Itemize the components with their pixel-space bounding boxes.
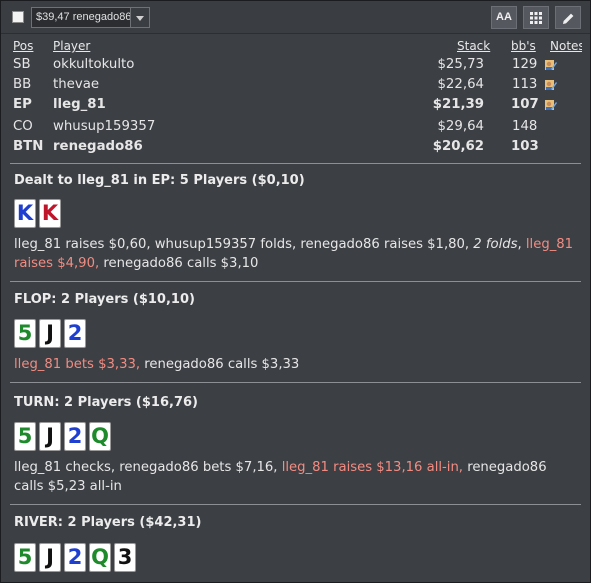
turn-title: TURN: 2 Players ($16,76) xyxy=(14,395,198,410)
preflop-title: Dealt to lleg_81 in EP: 5 Players ($0,10… xyxy=(14,173,305,188)
player-bbs: 107 xyxy=(511,97,539,112)
font-size-label: AA xyxy=(496,11,512,23)
preflop-actions: lleg_81 raises $0,60, whusup159357 folds… xyxy=(14,235,574,273)
action-text: lleg_81 raises $0,60, whusup159357 folds… xyxy=(14,237,474,252)
playing-card: 2 xyxy=(64,543,86,572)
grid-button[interactable] xyxy=(523,6,549,29)
header-bbs[interactable]: bb's xyxy=(511,39,536,53)
turn-actions: lleg_81 checks, renegado86 bets $7,16, l… xyxy=(14,458,574,496)
font-size-button[interactable]: AA xyxy=(491,6,517,29)
flop-title: FLOP: 2 Players ($10,10) xyxy=(14,292,195,307)
header-player[interactable]: Player xyxy=(53,39,90,53)
playing-card: 2 xyxy=(64,319,86,348)
header-notes[interactable]: Notes xyxy=(550,39,585,53)
action-text: renegado86 calls $3,33 xyxy=(140,357,300,372)
playing-card: J xyxy=(39,543,61,572)
select-checkbox[interactable] xyxy=(12,11,24,23)
hand-selector-dropdown[interactable]: $39,47 renegado86 xyxy=(31,7,150,28)
player-name: thevae xyxy=(53,77,100,92)
note-icon[interactable] xyxy=(544,58,558,72)
player-name: lleg_81 xyxy=(53,97,106,112)
player-stack: $29,64 xyxy=(437,119,484,134)
playing-card: K xyxy=(39,199,61,228)
board-cards: 5J2 xyxy=(14,319,89,348)
playing-card: J xyxy=(39,422,61,451)
player-stack: $20,62 xyxy=(432,139,484,154)
divider xyxy=(10,382,581,383)
player-stack: $21,39 xyxy=(432,97,484,112)
flop-actions: lleg_81 bets $3,33, renegado86 calls $3,… xyxy=(14,355,574,374)
toolbar: $39,47 renegado86 AA xyxy=(1,1,590,34)
hero-action: lleg_81 bets $3,33, xyxy=(14,357,141,372)
playing-card: 5 xyxy=(14,422,36,451)
hole-cards: KK xyxy=(14,199,64,228)
board-cards: 5J2Q xyxy=(14,422,114,451)
player-pos: BB xyxy=(13,77,32,92)
action-text-italic: 2 folds xyxy=(473,237,518,252)
playing-card: 3 xyxy=(114,543,136,572)
note-icon[interactable] xyxy=(544,98,558,112)
header-stack[interactable]: Stack xyxy=(457,39,490,53)
playing-card: 2 xyxy=(64,422,86,451)
player-name: renegado86 xyxy=(53,139,143,154)
player-bbs: 103 xyxy=(511,139,539,154)
player-bbs: 113 xyxy=(512,77,538,92)
player-pos: BTN xyxy=(13,139,44,154)
edit-button[interactable] xyxy=(555,6,581,29)
playing-card: K xyxy=(14,199,36,228)
board-cards: 5J2Q3 xyxy=(14,543,139,572)
player-row: BB thevae $22,64 113 xyxy=(1,75,590,95)
player-row: BTN renegado86 $20,62 103 xyxy=(1,137,590,157)
playing-card: Q xyxy=(89,543,111,572)
player-name: okkultokulto xyxy=(53,57,135,72)
player-pos: SB xyxy=(13,57,31,72)
grid-icon xyxy=(530,12,542,24)
divider xyxy=(10,281,581,282)
header-pos[interactable]: Pos xyxy=(13,39,33,53)
hero-action: lleg_81 raises $13,16 all-in, xyxy=(281,460,463,475)
player-name: whusup159357 xyxy=(53,119,156,134)
player-pos: EP xyxy=(13,97,32,112)
playing-card: J xyxy=(39,319,61,348)
playing-card: 5 xyxy=(14,319,36,348)
action-text: lleg_81 checks, renegado86 bets $7,16, xyxy=(14,460,282,475)
action-text: renegado86 calls $3,10 xyxy=(99,256,259,271)
player-stack: $22,64 xyxy=(437,77,484,92)
player-row: EP lleg_81 $21,39 107 xyxy=(1,95,590,115)
action-text: , xyxy=(517,237,526,252)
player-row: CO whusup159357 $29,64 148 xyxy=(1,117,590,137)
divider xyxy=(10,504,581,505)
river-title: RIVER: 2 Players ($42,31) xyxy=(14,515,202,530)
player-bbs: 129 xyxy=(512,57,538,72)
player-stack: $25,73 xyxy=(437,57,484,72)
scrollbar[interactable] xyxy=(582,34,590,582)
playing-card: 5 xyxy=(14,543,36,572)
player-bbs: 148 xyxy=(512,119,538,134)
pencil-icon xyxy=(562,13,573,24)
hand-history-window: $39,47 renegado86 AA Pos Player Stack bb… xyxy=(0,0,591,583)
player-row: SB okkultokulto $25,73 129 xyxy=(1,55,590,75)
playing-card: Q xyxy=(89,422,111,451)
note-icon[interactable] xyxy=(544,78,558,92)
player-pos: CO xyxy=(13,119,33,134)
chevron-down-icon[interactable] xyxy=(130,8,149,27)
divider xyxy=(10,163,581,164)
hand-selector-value: $39,47 renegado86 xyxy=(36,11,132,23)
